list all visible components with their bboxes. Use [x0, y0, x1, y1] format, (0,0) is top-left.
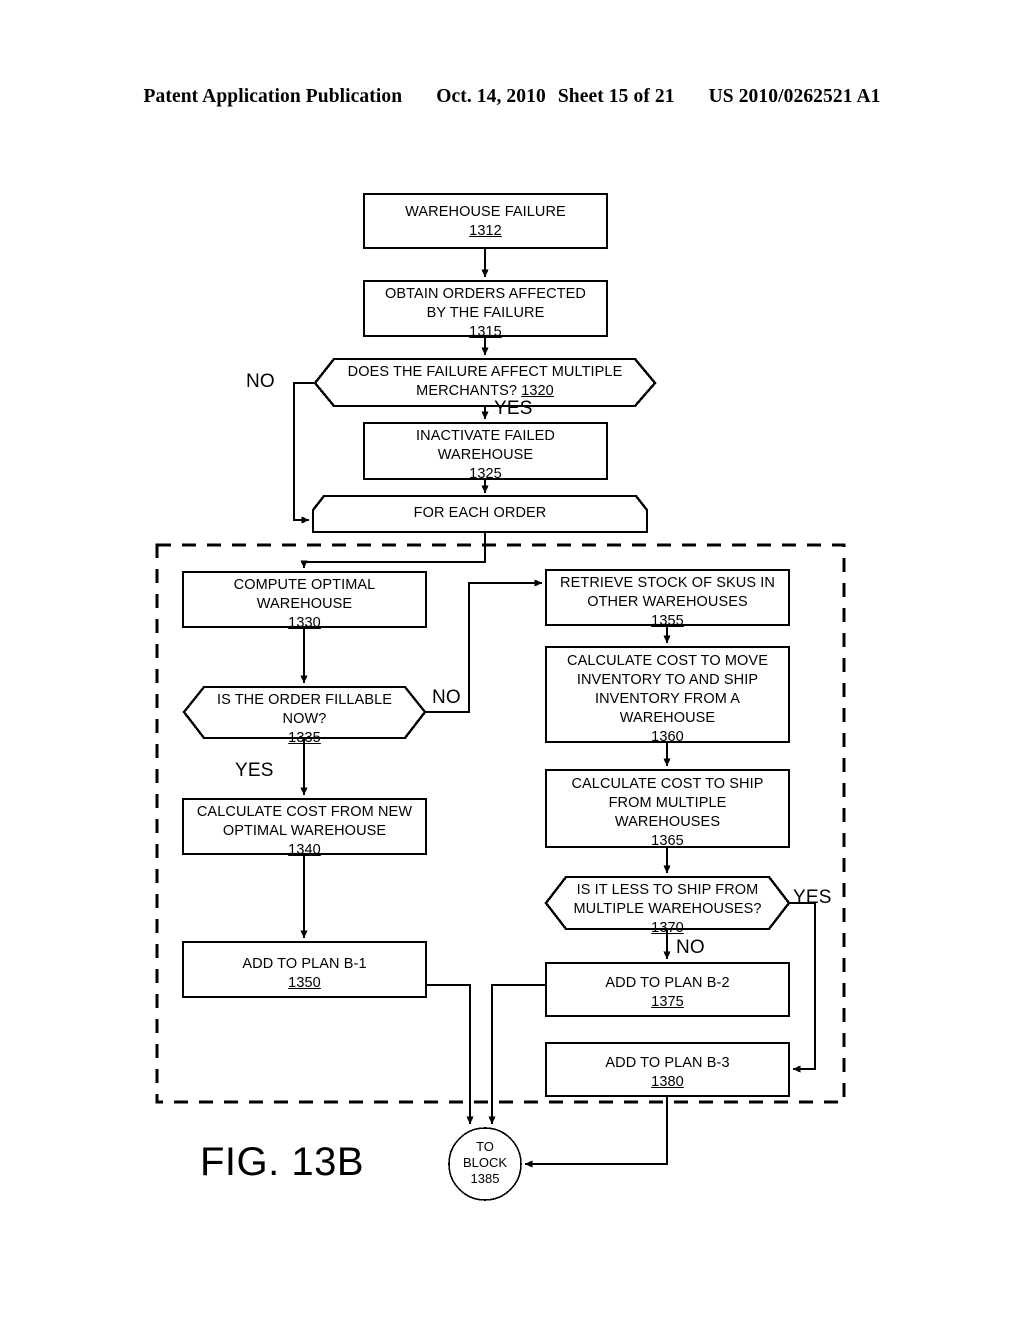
- figure-caption: FIG. 13B: [200, 1140, 365, 1184]
- node-1335-shape: [182, 685, 427, 740]
- node-for-each-order-shape: [311, 494, 649, 534]
- edge-label-yes-1320: YES: [494, 398, 533, 419]
- node-1340-shape: [181, 797, 428, 856]
- edge-1320-no-to-for-each-order: [292, 381, 315, 524]
- edge-1370-yes-to-1380: [789, 901, 817, 1073]
- node-1365-shape: [544, 768, 791, 849]
- edge-label-yes-1370: YES: [793, 887, 832, 908]
- edge-label-no-1335: NO: [432, 687, 461, 708]
- edge-for-each-order-to-1330: [300, 532, 487, 569]
- node-1320-shape: [313, 357, 657, 408]
- edge-label-no-1320: NO: [246, 371, 275, 392]
- edge-1380-to-connector: [524, 1096, 669, 1168]
- node-connector-label: TO BLOCK 1385: [462, 1139, 508, 1186]
- patent-page: Patent Application Publication Oct. 14, 2…: [0, 0, 1024, 1320]
- flowchart-figure: WAREHOUSE FAILURE 1312 OBTAIN ORDERS AFF…: [0, 0, 1024, 1320]
- node-1330-shape: [181, 570, 428, 629]
- node-1312-shape: [362, 192, 609, 250]
- flowchart-vector-layer: [155, 192, 846, 1201]
- node-1355-shape: [544, 568, 791, 627]
- node-1325-shape: [362, 421, 609, 481]
- node-1350-shape: [181, 940, 428, 999]
- node-1360-shape: [544, 645, 791, 744]
- edge-label-no-1370: NO: [676, 937, 705, 958]
- edge-label-yes-1335: YES: [235, 760, 274, 781]
- node-1375-shape: [544, 961, 791, 1018]
- node-1315-shape: [362, 279, 609, 338]
- node-1370-shape: [544, 875, 791, 931]
- node-1380-shape: [544, 1041, 791, 1098]
